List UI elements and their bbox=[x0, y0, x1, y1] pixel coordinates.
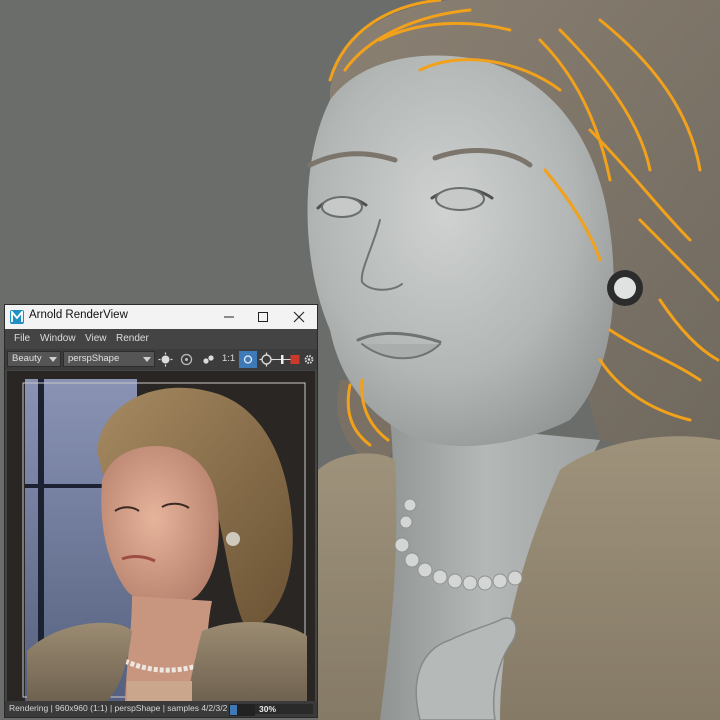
fur-collar-mesh bbox=[318, 453, 397, 720]
window-titlebar[interactable]: Arnold RenderView bbox=[5, 305, 317, 329]
slider-icon[interactable] bbox=[273, 352, 291, 367]
ratio-label[interactable]: 1:1 bbox=[222, 353, 235, 364]
maximize-button[interactable] bbox=[247, 305, 279, 329]
gear-icon[interactable] bbox=[303, 352, 315, 367]
aov-value: Beauty bbox=[12, 353, 42, 364]
toolbar: Beauty perspShape 1:1 bbox=[5, 349, 317, 370]
earring-mesh bbox=[607, 270, 643, 306]
camera-dropdown[interactable]: perspShape bbox=[63, 351, 155, 367]
chevron-down-icon bbox=[143, 357, 151, 362]
stop-render-icon[interactable] bbox=[290, 352, 301, 367]
menu-file[interactable]: File bbox=[14, 333, 30, 344]
camera-value: perspShape bbox=[68, 353, 120, 364]
menubar: File Window View Render bbox=[5, 329, 317, 349]
close-icon bbox=[293, 311, 305, 323]
minimize-icon bbox=[224, 316, 234, 318]
status-text: Rendering | 960x960 (1:1) | perspShape |… bbox=[9, 703, 228, 713]
snapshot-icon[interactable] bbox=[201, 352, 216, 367]
menu-view[interactable]: View bbox=[85, 333, 107, 344]
progress-track: 30% bbox=[255, 704, 313, 714]
sampling-icon[interactable] bbox=[259, 352, 274, 367]
window-title: Arnold RenderView bbox=[29, 309, 128, 321]
maximize-icon bbox=[258, 312, 268, 322]
minimize-button[interactable] bbox=[213, 305, 245, 329]
exposure-icon[interactable] bbox=[158, 352, 173, 367]
render-image bbox=[7, 371, 315, 701]
menu-window[interactable]: Window bbox=[40, 333, 76, 344]
aov-dropdown[interactable]: Beauty bbox=[7, 351, 61, 367]
render-canvas[interactable] bbox=[7, 371, 315, 701]
arnold-renderview-window[interactable]: Arnold RenderView File Window View Rende… bbox=[4, 304, 318, 718]
color-icon[interactable] bbox=[179, 352, 194, 367]
status-bar: Rendering | 960x960 (1:1) | perspShape |… bbox=[5, 701, 317, 717]
close-button[interactable] bbox=[283, 305, 315, 329]
chevron-down-icon bbox=[49, 357, 57, 362]
progress-fill bbox=[230, 705, 238, 715]
menu-render[interactable]: Render bbox=[116, 333, 149, 344]
crop-region-icon[interactable] bbox=[239, 351, 257, 368]
progress-label: 30% bbox=[259, 704, 277, 714]
maya-app-icon bbox=[10, 310, 24, 324]
progress-bar bbox=[229, 704, 255, 716]
